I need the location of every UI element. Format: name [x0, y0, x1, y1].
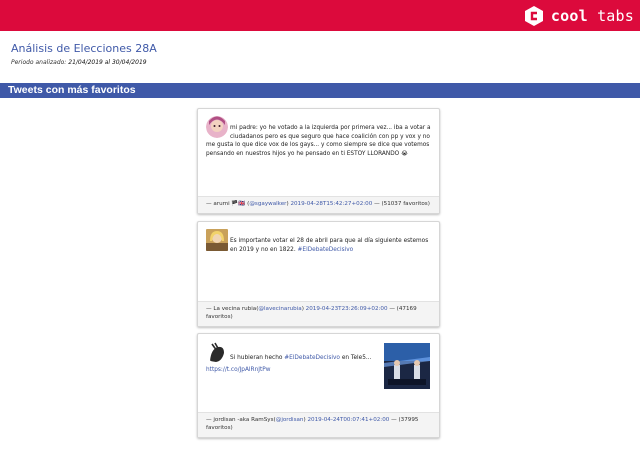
tweet-author-suffix: ) — [301, 306, 304, 312]
brand-logo[interactable]: cool tabs — [523, 4, 634, 28]
avatar[interactable] — [206, 116, 228, 138]
avatar[interactable] — [206, 229, 228, 251]
tweet-author: — La vecina rubia( — [206, 306, 259, 312]
author-handle-link[interactable]: @lavecinarubia — [258, 306, 301, 312]
tweet-body: Es importante votar el 28 de abril para … — [198, 222, 439, 258]
brand-name: cool tabs — [550, 7, 634, 25]
tweet-card: mi padre: yo he votado a la izquierda po… — [197, 108, 440, 214]
tweet-date-link[interactable]: 2019-04-23T23:26:09+02:00 — [306, 306, 388, 312]
tweet-footer: — jordisan -aka RamSys(@jordisan) 2019-0… — [198, 412, 439, 437]
hashtag-link[interactable]: #ElDebateDecisivo — [298, 247, 354, 253]
top-bar: cool tabs — [0, 0, 640, 31]
tweet-url-link[interactable]: https://t.co/JpAlRnJtPw — [206, 367, 270, 373]
tweet-date-link[interactable]: 2019-04-28T15:42:27+02:00 — [290, 201, 372, 207]
tweet-footer: — La vecina rubia(@lavecinarubia) 2019-0… — [198, 301, 439, 326]
section-header: Tweets con más favoritos — [0, 83, 640, 98]
tweet-author-suffix: ) — [303, 417, 306, 423]
cooltabs-logo-icon — [524, 6, 543, 26]
author-handle-link[interactable]: @jordisan — [276, 417, 304, 423]
author-handle-link[interactable]: @sgaywalker — [249, 201, 286, 207]
tweet-card: Si hubieran hecho #ElDebateDecisivo en T… — [197, 333, 440, 438]
tweet-card: Es importante votar el 28 de abril para … — [197, 221, 440, 327]
hashtag-link[interactable]: #ElDebateDecisivo — [284, 355, 340, 361]
tweet-author-suffix: ) — [286, 201, 289, 207]
tweet-date-link[interactable]: 2019-04-24T00:07:41+02:00 — [307, 417, 389, 423]
period-analyzed: Periodo analizado: 21/04/2019 al 30/04/2… — [11, 59, 147, 66]
tweet-media-thumbnail[interactable] — [384, 343, 430, 389]
tweet-author: — arumi 🏴🇬🇧 ( — [206, 201, 250, 207]
tweet-text: Es importante votar el 28 de abril para … — [230, 238, 429, 253]
tweet-footer: — arumi 🏴🇬🇧 (@sgaywalker) 2019-04-28T15:… — [198, 196, 439, 213]
section-title: Tweets con más favoritos — [8, 84, 136, 96]
favorites-count: — (51037 favoritos) — [374, 201, 430, 207]
tweet-body: mi padre: yo he votado a la izquierda po… — [198, 109, 439, 162]
page-title: Análisis de Elecciones 28A — [11, 42, 157, 55]
tweet-body: Si hubieran hecho #ElDebateDecisivo en T… — [198, 334, 439, 389]
tweet-text: mi padre: yo he votado a la izquierda po… — [206, 125, 431, 157]
tweet-author: — jordisan -aka RamSys( — [206, 417, 276, 423]
avatar[interactable] — [206, 341, 228, 363]
